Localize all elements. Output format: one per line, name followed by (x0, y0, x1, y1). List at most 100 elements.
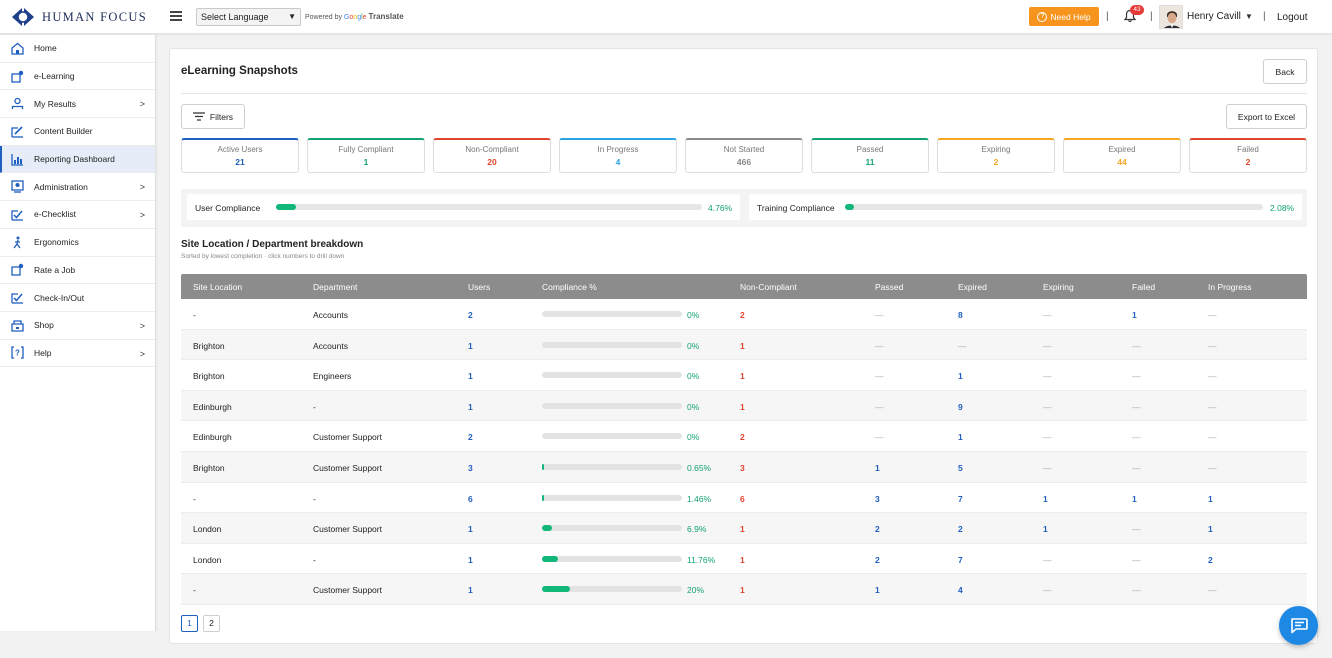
cell-users[interactable]: 2 (468, 432, 473, 442)
cell-non-compliant[interactable]: 3 (740, 463, 745, 473)
back-button[interactable]: Back (1263, 59, 1307, 84)
cell-in-progress[interactable]: 1 (1208, 494, 1213, 504)
cell-site-location: Edinburgh (193, 401, 232, 412)
sidebar-item-check-in-out[interactable]: Check-In/Out (0, 284, 155, 312)
tile-active-users[interactable]: Active Users 21 (181, 138, 299, 173)
cell-non-compliant[interactable]: 6 (740, 494, 745, 504)
sidebar-item-home[interactable]: Home (0, 35, 155, 63)
cell-in-progress[interactable]: 2 (1208, 555, 1213, 565)
cell-non-compliant[interactable]: 2 (740, 432, 745, 442)
column-header[interactable]: Non-Compliant (740, 282, 797, 292)
cell-non-compliant[interactable]: 2 (740, 310, 745, 320)
breakdown-title: Site Location / Department breakdown (181, 239, 364, 250)
filters-button[interactable]: Filters (181, 104, 245, 129)
page-2-button[interactable]: 2 (203, 615, 220, 632)
cell-expired[interactable]: 2 (958, 524, 963, 534)
cell-passed[interactable]: 1 (875, 463, 880, 473)
cell-users[interactable]: 1 (468, 585, 473, 595)
cell-failed[interactable]: 1 (1132, 494, 1137, 504)
tile-non-compliant[interactable]: Non-Compliant 20 (433, 138, 551, 173)
cell-expired[interactable]: 7 (958, 494, 963, 504)
cell-passed[interactable]: 1 (875, 585, 880, 595)
sidebar-item-my-results[interactable]: My Results > (0, 90, 155, 119)
column-header[interactable]: Expired (958, 282, 987, 292)
cell-expired[interactable]: 5 (958, 463, 963, 473)
logout-link[interactable]: Logout (1277, 12, 1308, 23)
cell-users[interactable]: 3 (468, 463, 473, 473)
cell-passed: — (875, 340, 884, 351)
cell-expired[interactable]: 1 (958, 371, 963, 381)
tile-label: Fully Compliant (338, 145, 394, 154)
cell-users[interactable]: 1 (468, 402, 473, 412)
sidebar-item-content-builder[interactable]: Content Builder (0, 118, 155, 146)
compliance-bar (542, 586, 682, 593)
tile-failed[interactable]: Failed 2 (1189, 138, 1307, 173)
tile-fully-compliant[interactable]: Fully Compliant 1 (307, 138, 425, 173)
user-menu-caret-icon[interactable]: ▼ (1245, 12, 1253, 21)
cell-expiring[interactable]: 1 (1043, 494, 1048, 504)
cell-passed[interactable]: 2 (875, 555, 880, 565)
menu-toggle-icon[interactable] (170, 11, 182, 21)
cell-expiring[interactable]: 1 (1043, 524, 1048, 534)
tile-passed[interactable]: Passed 11 (811, 138, 929, 173)
language-select[interactable]: Select Language ▼ (196, 8, 301, 26)
cell-compliance-percent: 1.46% (687, 493, 712, 504)
user-name[interactable]: Henry Cavill (1187, 11, 1241, 22)
column-header[interactable]: Site Location (193, 282, 242, 292)
tile-expiring[interactable]: Expiring 2 (937, 138, 1055, 173)
cell-users[interactable]: 1 (468, 341, 473, 351)
sidebar-item-shop[interactable]: Shop > (0, 312, 155, 340)
tile-expired[interactable]: Expired 44 (1063, 138, 1181, 173)
cell-expired[interactable]: 7 (958, 555, 963, 565)
sidebar-item-elearning[interactable]: e-Learning (0, 63, 155, 91)
page-1-button[interactable]: 1 (181, 615, 198, 632)
sidebar-item-administration[interactable]: Administration > (0, 173, 155, 202)
cell-users[interactable]: 2 (468, 310, 473, 320)
cell-users[interactable]: 1 (468, 371, 473, 381)
sidebar-item-rate-a-job[interactable]: Rate a Job (0, 257, 155, 285)
cell-non-compliant[interactable]: 1 (740, 524, 745, 534)
need-help-button[interactable]: ? Need Help (1029, 7, 1099, 26)
checklist-icon (10, 207, 24, 221)
compliance-bar (542, 402, 682, 409)
column-header[interactable]: Compliance % (542, 282, 597, 292)
column-header[interactable]: Department (313, 282, 357, 292)
cell-users[interactable]: 6 (468, 494, 473, 504)
cell-department: Accounts (313, 340, 348, 351)
tile-not-started[interactable]: Not Started 466 (685, 138, 803, 173)
column-header[interactable]: Passed (875, 282, 903, 292)
tile-label: Not Started (723, 145, 765, 154)
cell-non-compliant[interactable]: 1 (740, 402, 745, 412)
column-header[interactable]: Expiring (1043, 282, 1074, 292)
sidebar-item-reporting-dashboard[interactable]: Reporting Dashboard (0, 145, 155, 174)
cell-passed[interactable]: 3 (875, 494, 880, 504)
brand-logo[interactable]: HUMAN FOCUS (10, 7, 147, 27)
cell-compliance-percent: 0.65% (687, 462, 712, 473)
cell-non-compliant[interactable]: 1 (740, 585, 745, 595)
cell-non-compliant[interactable]: 1 (740, 371, 745, 381)
sidebar-item-ergonomics[interactable]: Ergonomics (0, 229, 155, 257)
sidebar-item-help[interactable]: ? Help > (0, 340, 155, 368)
cell-expired[interactable]: 4 (958, 585, 963, 595)
column-header[interactable]: Failed (1132, 282, 1155, 292)
cell-expired[interactable]: 1 (958, 432, 963, 442)
separator: | (1263, 11, 1266, 22)
cell-expired[interactable]: 8 (958, 310, 963, 320)
column-header[interactable]: In Progress (1208, 282, 1251, 292)
help-circle-icon: ? (1037, 11, 1048, 22)
sidebar-item-e-checklist[interactable]: e-Checklist > (0, 201, 155, 229)
tile-in-progress[interactable]: In Progress 4 (559, 138, 677, 173)
export-to-excel-button[interactable]: Export to Excel (1226, 104, 1307, 129)
cell-passed[interactable]: 2 (875, 524, 880, 534)
user-avatar[interactable] (1159, 5, 1183, 29)
cell-users[interactable]: 1 (468, 524, 473, 534)
compliance-bar (542, 372, 682, 379)
cell-in-progress[interactable]: 1 (1208, 524, 1213, 534)
column-header[interactable]: Users (468, 282, 490, 292)
cell-users[interactable]: 1 (468, 555, 473, 565)
cell-expired[interactable]: 9 (958, 402, 963, 412)
cell-non-compliant[interactable]: 1 (740, 555, 745, 565)
cell-non-compliant[interactable]: 1 (740, 341, 745, 351)
cell-failed[interactable]: 1 (1132, 310, 1137, 320)
chat-button[interactable] (1279, 606, 1318, 645)
